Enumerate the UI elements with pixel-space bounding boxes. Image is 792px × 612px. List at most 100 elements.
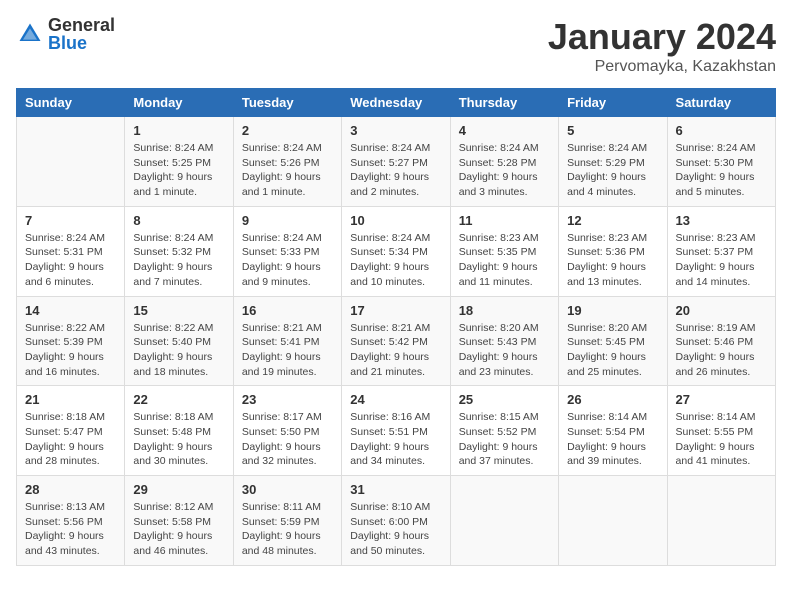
day-cell: 21 Sunrise: 8:18 AMSunset: 5:47 PMDayligh…: [17, 386, 125, 476]
day-info: Sunrise: 8:24 AMSunset: 5:25 PMDaylight:…: [133, 141, 224, 200]
day-info: Sunrise: 8:15 AMSunset: 5:52 PMDaylight:…: [459, 410, 550, 469]
logo-text: General Blue: [48, 16, 115, 52]
day-cell: 24 Sunrise: 8:16 AMSunset: 5:51 PMDayligh…: [342, 386, 450, 476]
day-cell: 4Sunrise: 8:24 AMSunset: 5:28 PMDaylight…: [450, 117, 558, 207]
day-info: Sunrise: 8:12 AMSunset: 5:58 PMDaylight:…: [133, 500, 224, 559]
page-header: General Blue January 2024 Pervomayka, Ka…: [16, 16, 776, 76]
day-cell: 8Sunrise: 8:24 AMSunset: 5:32 PMDaylight…: [125, 206, 233, 296]
day-info: Sunrise: 8:24 AMSunset: 5:33 PMDaylight:…: [242, 231, 333, 290]
calendar-table: SundayMondayTuesdayWednesdayThursdayFrid…: [16, 88, 776, 566]
day-info: Sunrise: 8:11 AMSunset: 5:59 PMDaylight:…: [242, 500, 333, 559]
day-cell: [450, 476, 558, 566]
day-cell: 29 Sunrise: 8:12 AMSunset: 5:58 PMDayligh…: [125, 476, 233, 566]
day-cell: 11 Sunrise: 8:23 AMSunset: 5:35 PMDayligh…: [450, 206, 558, 296]
day-number: 8: [133, 213, 224, 228]
logo-icon: [16, 20, 44, 48]
day-cell: 17Sunrise: 8:21 AMSunset: 5:42 PMDayligh…: [342, 296, 450, 386]
day-number: 14: [25, 303, 116, 318]
day-number: 11: [459, 213, 550, 228]
day-cell: 26Sunrise: 8:14 AMSunset: 5:54 PMDayligh…: [559, 386, 667, 476]
day-info: Sunrise: 8:13 AMSunset: 5:56 PMDaylight:…: [25, 500, 116, 559]
day-number: 22: [133, 392, 224, 407]
day-info: Sunrise: 8:24 AMSunset: 5:30 PMDaylight:…: [676, 141, 767, 200]
logo-general: General: [48, 16, 115, 34]
day-number: 13: [676, 213, 767, 228]
weekday-header-thursday: Thursday: [450, 89, 558, 117]
title-block: January 2024 Pervomayka, Kazakhstan: [548, 16, 776, 76]
day-number: 29: [133, 482, 224, 497]
day-cell: 1 Sunrise: 8:24 AMSunset: 5:25 PMDaylight…: [125, 117, 233, 207]
weekday-header-saturday: Saturday: [667, 89, 775, 117]
day-number: 2: [242, 123, 333, 138]
day-cell: 14 Sunrise: 8:22 AMSunset: 5:39 PMDayligh…: [17, 296, 125, 386]
day-info: Sunrise: 8:20 AMSunset: 5:43 PMDaylight:…: [459, 321, 550, 380]
day-number: 5: [567, 123, 658, 138]
weekday-row: SundayMondayTuesdayWednesdayThursdayFrid…: [17, 89, 776, 117]
day-number: 6: [676, 123, 767, 138]
day-info: Sunrise: 8:18 AMSunset: 5:48 PMDaylight:…: [133, 410, 224, 469]
day-number: 20: [676, 303, 767, 318]
day-cell: 31 Sunrise: 8:10 AMSunset: 6:00 PMDayligh…: [342, 476, 450, 566]
day-cell: 30Sunrise: 8:11 AMSunset: 5:59 PMDayligh…: [233, 476, 341, 566]
day-number: 27: [676, 392, 767, 407]
day-cell: 13 Sunrise: 8:23 AMSunset: 5:37 PMDayligh…: [667, 206, 775, 296]
day-info: Sunrise: 8:18 AMSunset: 5:47 PMDaylight:…: [25, 410, 116, 469]
day-cell: 22 Sunrise: 8:18 AMSunset: 5:48 PMDayligh…: [125, 386, 233, 476]
day-info: Sunrise: 8:21 AMSunset: 5:41 PMDaylight:…: [242, 321, 333, 380]
day-cell: 6 Sunrise: 8:24 AMSunset: 5:30 PMDaylight…: [667, 117, 775, 207]
day-number: 9: [242, 213, 333, 228]
day-cell: 28Sunrise: 8:13 AMSunset: 5:56 PMDayligh…: [17, 476, 125, 566]
day-cell: [559, 476, 667, 566]
day-number: 24: [350, 392, 441, 407]
day-info: Sunrise: 8:20 AMSunset: 5:45 PMDaylight:…: [567, 321, 658, 380]
weekday-header-wednesday: Wednesday: [342, 89, 450, 117]
day-cell: 20 Sunrise: 8:19 AMSunset: 5:46 PMDayligh…: [667, 296, 775, 386]
day-number: 12: [567, 213, 658, 228]
day-info: Sunrise: 8:23 AMSunset: 5:37 PMDaylight:…: [676, 231, 767, 290]
week-row-4: 28Sunrise: 8:13 AMSunset: 5:56 PMDayligh…: [17, 476, 776, 566]
weekday-header-monday: Monday: [125, 89, 233, 117]
logo-blue: Blue: [48, 34, 115, 52]
day-cell: 25 Sunrise: 8:15 AMSunset: 5:52 PMDayligh…: [450, 386, 558, 476]
day-cell: 2 Sunrise: 8:24 AMSunset: 5:26 PMDaylight…: [233, 117, 341, 207]
day-info: Sunrise: 8:10 AMSunset: 6:00 PMDaylight:…: [350, 500, 441, 559]
day-cell: 19 Sunrise: 8:20 AMSunset: 5:45 PMDayligh…: [559, 296, 667, 386]
day-info: Sunrise: 8:23 AMSunset: 5:35 PMDaylight:…: [459, 231, 550, 290]
day-number: 31: [350, 482, 441, 497]
day-number: 16: [242, 303, 333, 318]
logo: General Blue: [16, 16, 115, 52]
day-number: 23: [242, 392, 333, 407]
week-row-1: 7Sunrise: 8:24 AMSunset: 5:31 PMDaylight…: [17, 206, 776, 296]
day-info: Sunrise: 8:24 AMSunset: 5:34 PMDaylight:…: [350, 231, 441, 290]
day-info: Sunrise: 8:24 AMSunset: 5:27 PMDaylight:…: [350, 141, 441, 200]
day-number: 1: [133, 123, 224, 138]
day-cell: [17, 117, 125, 207]
week-row-2: 14 Sunrise: 8:22 AMSunset: 5:39 PMDayligh…: [17, 296, 776, 386]
day-info: Sunrise: 8:19 AMSunset: 5:46 PMDaylight:…: [676, 321, 767, 380]
week-row-3: 21 Sunrise: 8:18 AMSunset: 5:47 PMDayligh…: [17, 386, 776, 476]
day-info: Sunrise: 8:17 AMSunset: 5:50 PMDaylight:…: [242, 410, 333, 469]
day-info: Sunrise: 8:22 AMSunset: 5:39 PMDaylight:…: [25, 321, 116, 380]
weekday-header-sunday: Sunday: [17, 89, 125, 117]
day-cell: 7Sunrise: 8:24 AMSunset: 5:31 PMDaylight…: [17, 206, 125, 296]
day-info: Sunrise: 8:16 AMSunset: 5:51 PMDaylight:…: [350, 410, 441, 469]
day-number: 25: [459, 392, 550, 407]
day-number: 17: [350, 303, 441, 318]
weekday-header-friday: Friday: [559, 89, 667, 117]
day-number: 18: [459, 303, 550, 318]
day-info: Sunrise: 8:24 AMSunset: 5:28 PMDaylight:…: [459, 141, 550, 200]
day-cell: 16 Sunrise: 8:21 AMSunset: 5:41 PMDayligh…: [233, 296, 341, 386]
day-cell: 18 Sunrise: 8:20 AMSunset: 5:43 PMDayligh…: [450, 296, 558, 386]
day-info: Sunrise: 8:14 AMSunset: 5:55 PMDaylight:…: [676, 410, 767, 469]
day-info: Sunrise: 8:23 AMSunset: 5:36 PMDaylight:…: [567, 231, 658, 290]
day-number: 21: [25, 392, 116, 407]
day-cell: 9 Sunrise: 8:24 AMSunset: 5:33 PMDaylight…: [233, 206, 341, 296]
day-number: 26: [567, 392, 658, 407]
location-subtitle: Pervomayka, Kazakhstan: [548, 58, 776, 76]
day-cell: 15Sunrise: 8:22 AMSunset: 5:40 PMDayligh…: [125, 296, 233, 386]
weekday-header-tuesday: Tuesday: [233, 89, 341, 117]
day-info: Sunrise: 8:24 AMSunset: 5:26 PMDaylight:…: [242, 141, 333, 200]
day-number: 19: [567, 303, 658, 318]
day-cell: 5Sunrise: 8:24 AMSunset: 5:29 PMDaylight…: [559, 117, 667, 207]
day-cell: 23 Sunrise: 8:17 AMSunset: 5:50 PMDayligh…: [233, 386, 341, 476]
